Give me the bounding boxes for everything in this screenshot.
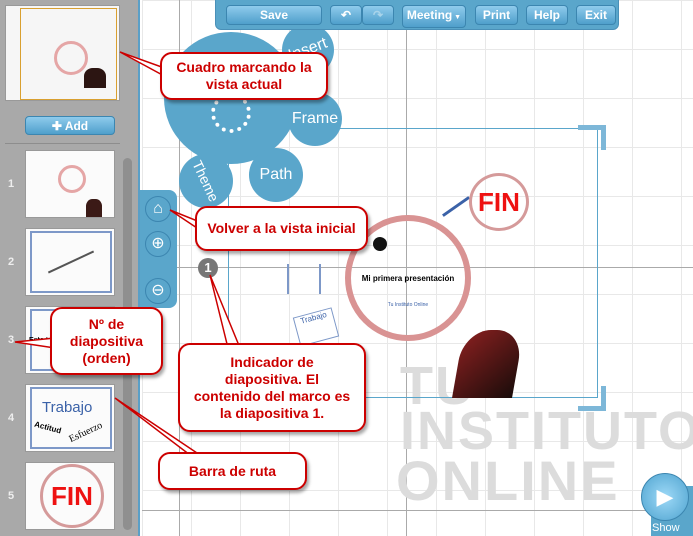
callout-home: Volver a la vista inicial bbox=[195, 206, 368, 251]
callout-path-bar: Barra de ruta bbox=[158, 452, 307, 490]
pointer bbox=[14, 337, 56, 349]
callout-current-view: Cuadro marcando la vista actual bbox=[160, 52, 328, 100]
callout-pointers bbox=[14, 51, 242, 456]
pointer bbox=[209, 274, 242, 349]
callout-slide-indicator: Indicador de diapositiva. El contenido d… bbox=[178, 343, 366, 432]
callout-slide-number: Nº de diapositiva (orden) bbox=[50, 307, 163, 375]
